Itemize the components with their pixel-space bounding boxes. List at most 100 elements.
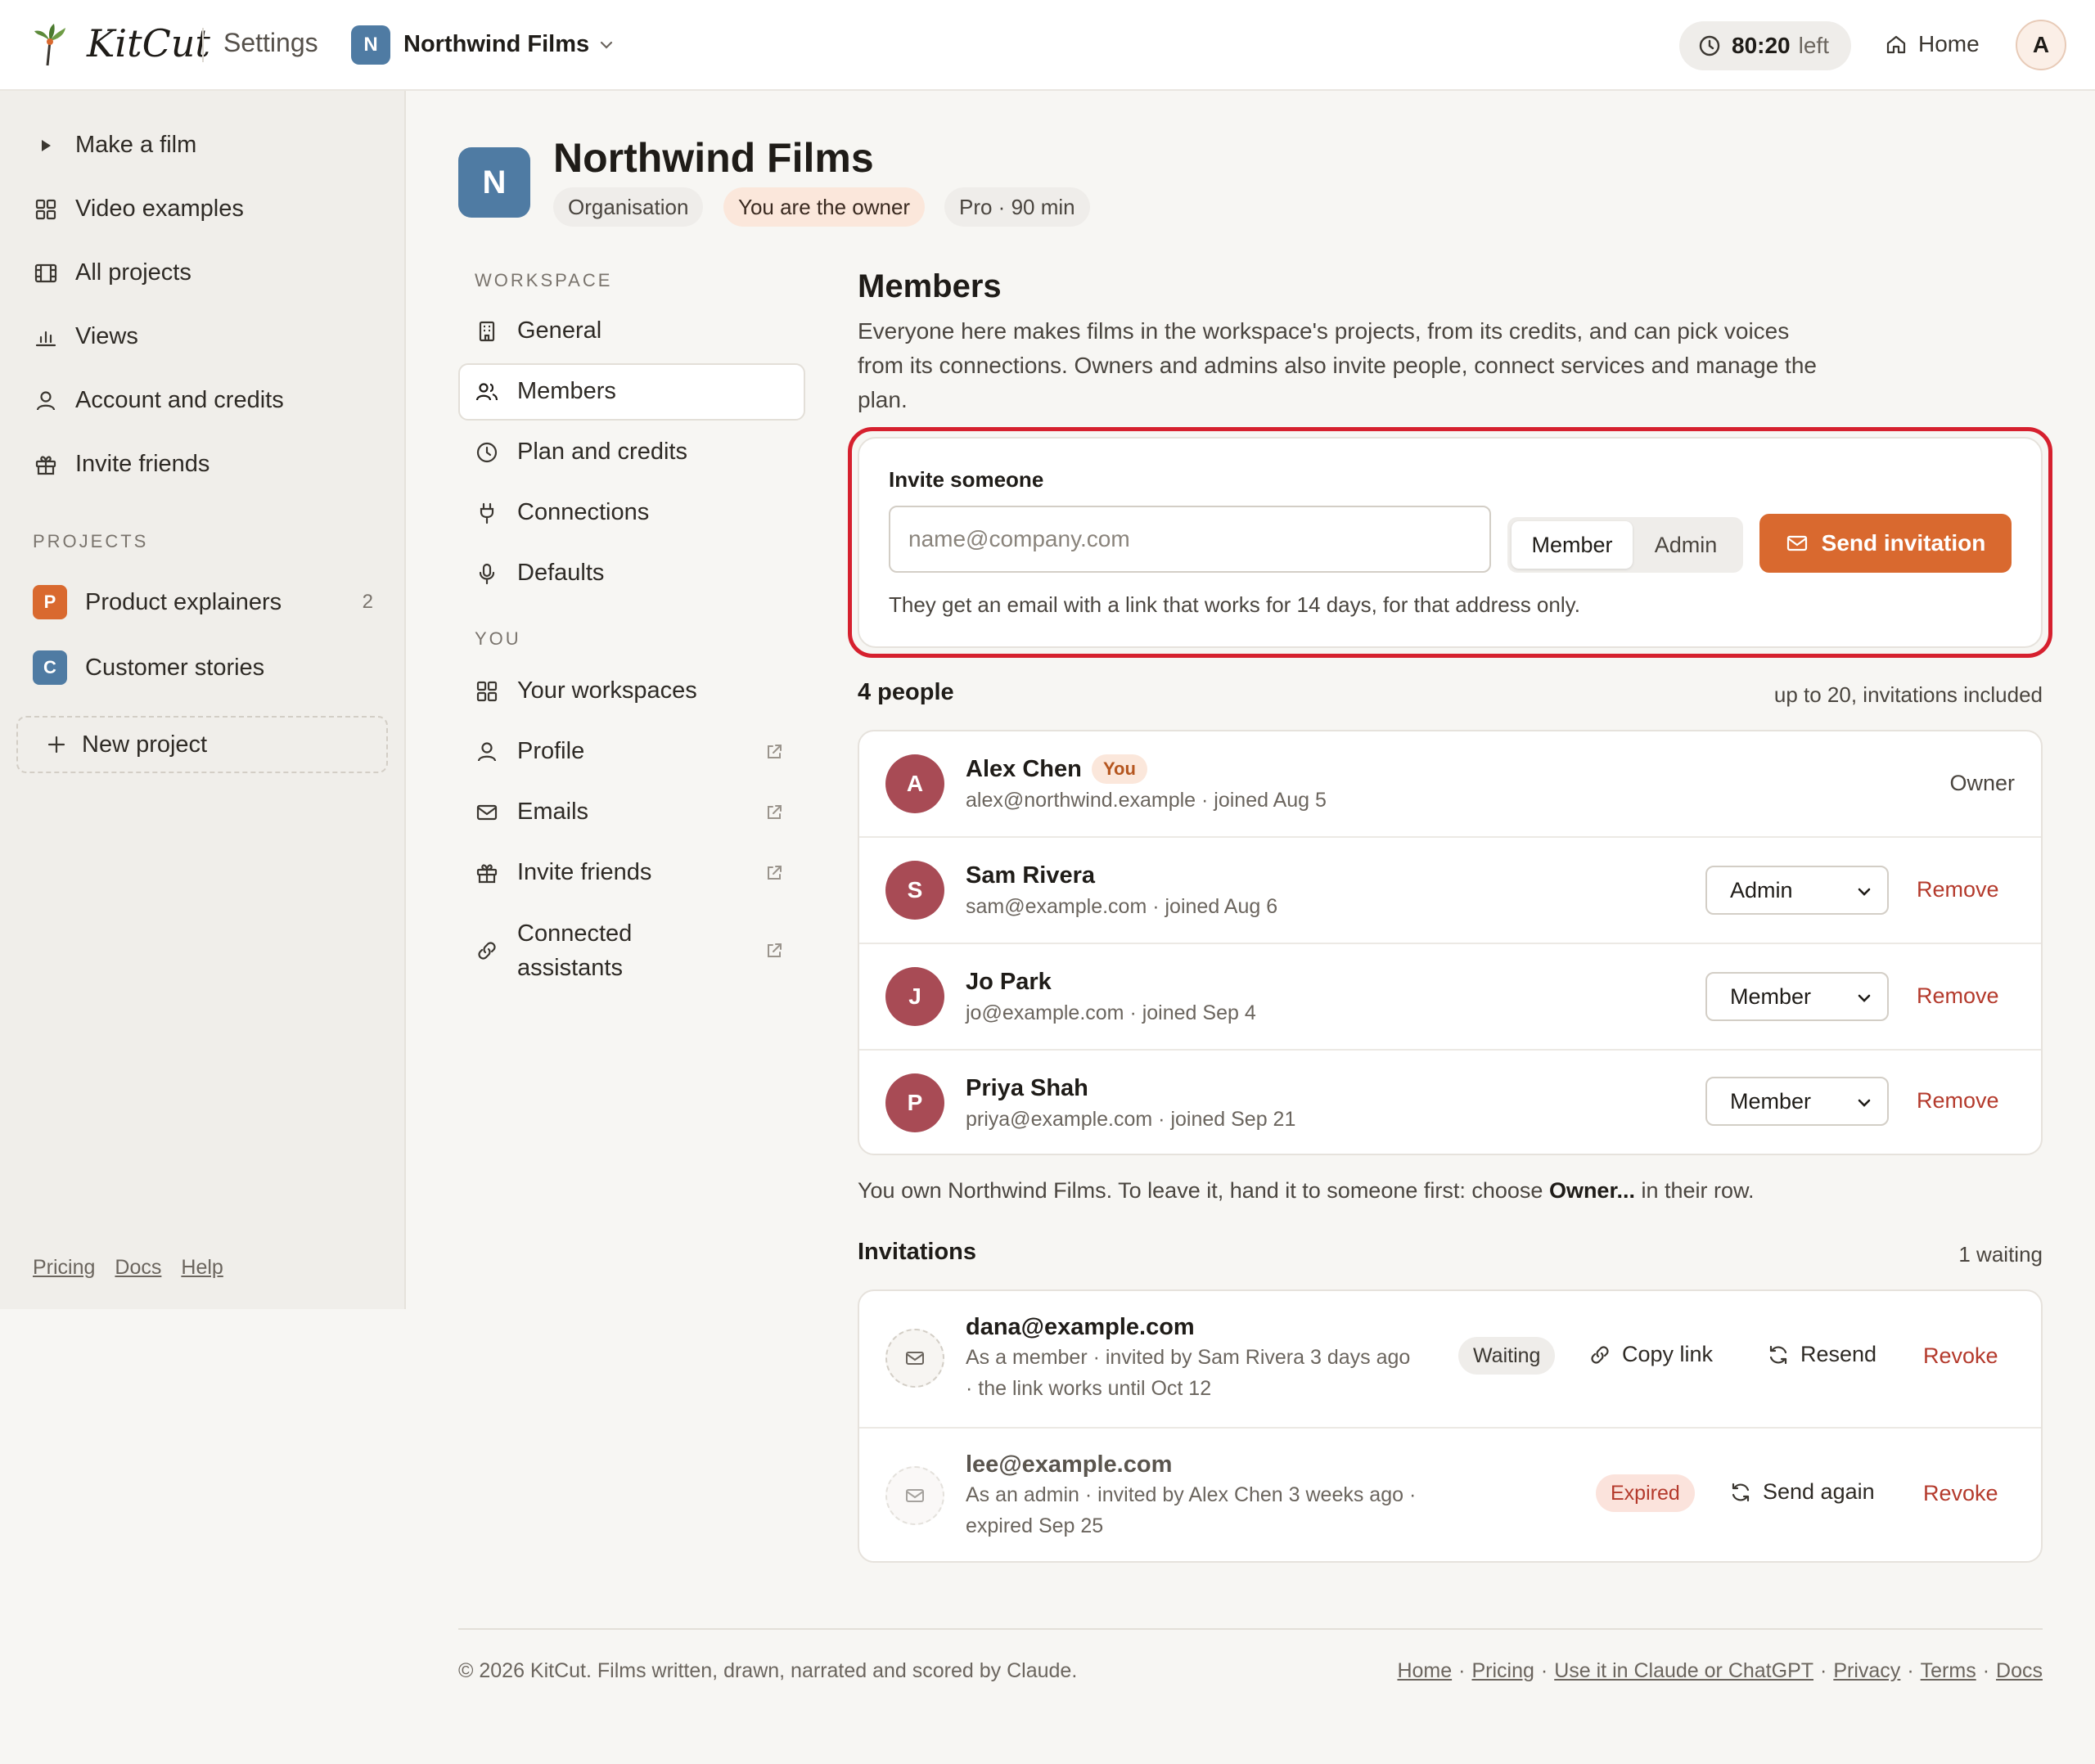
member-role-select[interactable]: Admin — [1705, 866, 1889, 915]
sidebar-item-video-examples[interactable]: Video examples — [33, 196, 244, 223]
nav-item-label: Invite friends — [517, 859, 652, 885]
nav-item-connected-assistants[interactable]: Connected assistants — [475, 916, 794, 985]
home-icon — [1886, 35, 1906, 54]
brand-name[interactable]: KitCut — [87, 21, 210, 65]
invite-email: dana@example.com — [966, 1314, 1195, 1340]
nav-item-connections[interactable]: Connections — [475, 499, 794, 526]
plug-icon — [480, 502, 494, 524]
nav-item-members[interactable]: Members — [475, 378, 794, 405]
remove-member-button[interactable]: Remove — [1917, 1088, 1999, 1114]
nav-item-plan-and-credits[interactable]: Plan and credits — [475, 439, 794, 466]
chevron-down-icon[interactable] — [597, 36, 615, 54]
nav-item-label: Emails — [517, 799, 589, 825]
list-item: dana@example.com As a member · invited b… — [859, 1291, 2041, 1427]
invite-help-text: They get an email with a link that works… — [889, 592, 1580, 617]
kitcut-logo-icon[interactable] — [31, 23, 69, 67]
nav-item-emails[interactable]: Emails — [475, 799, 794, 826]
sidebar-item-label: Invite friends — [75, 451, 210, 477]
refresh-icon — [1732, 1483, 1750, 1501]
invite-email-input[interactable] — [889, 506, 1491, 573]
remove-member-button[interactable]: Remove — [1917, 877, 1999, 902]
project-item-customer-stories[interactable]: C Customer stories — [33, 650, 373, 685]
avatar: J — [885, 967, 944, 1026]
remove-member-button[interactable]: Remove — [1917, 983, 1999, 1009]
member-role-label: Owner — [1949, 771, 2015, 795]
send-again-button[interactable]: Send again — [1728, 1479, 1875, 1505]
app-sidebar: Make a film Video examples All projects … — [0, 91, 406, 1309]
sidebar-item-invite-friends[interactable]: Invite friends — [33, 451, 210, 478]
revoke-invite-button[interactable]: Revoke — [1923, 1343, 1998, 1369]
member-name: Sam Rivera — [966, 862, 1095, 889]
footer-link-use-in-claude[interactable]: Use it in Claude or ChatGPT — [1554, 1659, 1813, 1683]
resend-button[interactable]: Resend — [1766, 1342, 1876, 1367]
invite-email: lee@example.com — [966, 1451, 1173, 1478]
section-title: Settings — [223, 28, 318, 57]
sidebar-item-account-and-credits[interactable]: Account and credits — [33, 387, 284, 414]
mail-icon — [906, 1489, 924, 1502]
sidebar-item-views[interactable]: Views — [33, 323, 138, 350]
clock-icon — [1699, 35, 1720, 56]
nav-item-defaults[interactable]: Defaults — [475, 560, 794, 587]
external-link-icon — [768, 865, 782, 880]
nav-item-profile[interactable]: Profile — [475, 738, 794, 765]
status-badge: Waiting — [1458, 1337, 1556, 1375]
invite-role-toggle: Member Admin — [1507, 517, 1743, 573]
footer-link-pricing[interactable]: Pricing — [1471, 1659, 1534, 1683]
link-icon — [478, 942, 496, 960]
people-count-heading: 4 people — [858, 679, 954, 705]
copy-link-button[interactable]: Copy link — [1588, 1342, 1713, 1367]
plan-chip: Pro · 90 min — [944, 187, 1090, 227]
sidebar-footer-help-link[interactable]: Help — [181, 1256, 223, 1280]
microphone-icon — [479, 563, 495, 584]
table-row: P Priya Shah priya@example.com · joined … — [859, 1049, 2041, 1154]
home-link[interactable]: Home — [1884, 31, 1980, 57]
member-meta: priya@example.com · joined Sep 21 — [966, 1108, 1296, 1131]
nav-item-label: Defaults — [517, 560, 605, 586]
table-row: J Jo Park jo@example.com · joined Sep 4 … — [859, 943, 2041, 1049]
role-option-admin[interactable]: Admin — [1633, 521, 1739, 569]
time-remaining-pill[interactable]: 80:20 left — [1679, 21, 1851, 70]
chevron-down-icon — [1858, 994, 1871, 1002]
role-option-member[interactable]: Member — [1512, 521, 1633, 569]
nav-item-your-workspaces[interactable]: Your workspaces — [475, 677, 794, 704]
revoke-invite-button[interactable]: Revoke — [1923, 1481, 1998, 1506]
sidebar-item-all-projects[interactable]: All projects — [33, 259, 191, 286]
footer-link-docs[interactable]: Docs — [1996, 1659, 2043, 1683]
nav-item-general[interactable]: General — [475, 317, 794, 344]
send-invitation-label: Send invitation — [1821, 530, 1986, 556]
footer-copyright: © 2026 KitCut. Films written, drawn, nar… — [458, 1659, 1078, 1682]
workspace-switcher-name[interactable]: Northwind Films — [403, 31, 589, 58]
project-item-product-explainers[interactable]: P Product explainers 2 — [33, 585, 373, 619]
gift-icon — [35, 455, 56, 475]
footer-link-home[interactable]: Home — [1397, 1659, 1452, 1683]
new-project-button[interactable]: New project — [16, 716, 388, 773]
ownership-note: You own Northwind Films. To leave it, ha… — [858, 1178, 1755, 1203]
nav-item-label: General — [517, 317, 602, 344]
sidebar-footer-docs-link[interactable]: Docs — [115, 1256, 161, 1280]
link-icon — [1591, 1345, 1609, 1364]
nav-item-label: Plan and credits — [517, 439, 687, 465]
member-role-select[interactable]: Member — [1705, 1077, 1889, 1126]
members-list: A Alex Chen You alex@northwind.example ·… — [858, 730, 2043, 1155]
sidebar-item-make-a-film[interactable]: Make a film — [33, 132, 196, 159]
bar-chart-icon — [35, 331, 56, 346]
user-avatar[interactable]: A — [2016, 20, 2066, 70]
status-badge: Expired — [1596, 1474, 1695, 1512]
footer-link-terms[interactable]: Terms — [1921, 1659, 1976, 1683]
mail-icon — [1786, 535, 1807, 551]
send-invitation-button[interactable]: Send invitation — [1759, 514, 2012, 573]
pending-invite-icon — [885, 1329, 944, 1388]
org-avatar: N — [458, 147, 530, 218]
member-role-value: Member — [1730, 1088, 1812, 1114]
page-title: Northwind Films — [553, 135, 874, 181]
brand-divider — [202, 28, 204, 62]
avatar: S — [885, 861, 944, 920]
invite-meta: As an admin · invited by Alex Chen 3 wee… — [966, 1483, 1417, 1537]
sidebar-footer-pricing-link[interactable]: Pricing — [33, 1256, 95, 1280]
nav-item-invite-friends[interactable]: Invite friends — [475, 859, 794, 886]
mail-icon — [476, 804, 498, 820]
list-item: lee@example.com As an admin · invited by… — [859, 1427, 2041, 1561]
footer-link-privacy[interactable]: Privacy — [1833, 1659, 1900, 1683]
workspace-switcher-badge[interactable]: N — [351, 25, 390, 65]
member-role-select[interactable]: Member — [1705, 972, 1889, 1021]
